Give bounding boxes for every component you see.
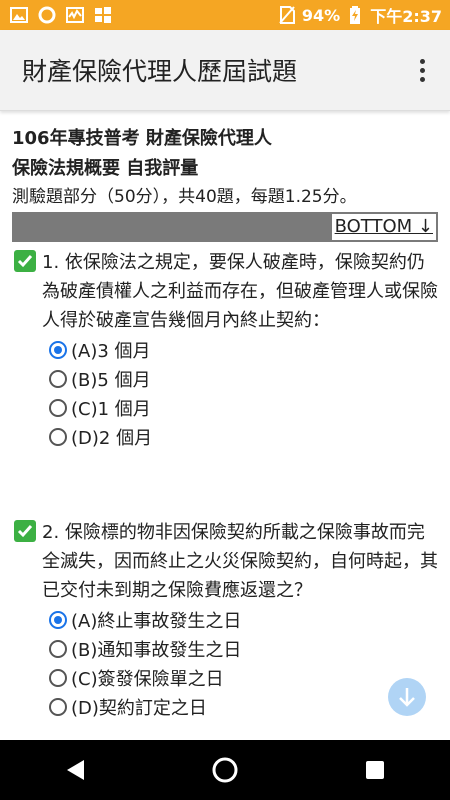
option-d[interactable]: (D)2 個月 (49, 422, 438, 451)
arrow-down-icon (399, 688, 415, 707)
option-c[interactable]: (C)1 個月 (49, 393, 438, 422)
option-label: (D)2 個月 (71, 427, 153, 449)
exam-subject: 保險法規概要 自我評量 (12, 158, 199, 179)
app-bar: 財產保險代理人歷屆試題 (0, 30, 450, 111)
radio[interactable] (49, 398, 67, 417)
radio[interactable] (49, 668, 67, 687)
home-button[interactable] (195, 740, 255, 800)
question-2: 2. 保險標的物非因保險契約所載之保險事故而完全滅失，因而終止之火災保險契約，自… (12, 518, 438, 721)
exam-title: 106年專技普考 財產保險代理人 (12, 128, 272, 149)
scroll-down-button[interactable] (388, 678, 426, 716)
option-label: (C)簽發保險單之日 (71, 668, 224, 690)
option-label: (A)終止事故發生之日 (71, 610, 242, 632)
option-d[interactable]: (D)契約訂定之日 (49, 692, 438, 721)
option-label: (A)3 個月 (71, 340, 151, 362)
navigation-bar (0, 740, 450, 800)
jump-bar: BOTTOM ↓ (12, 212, 438, 242)
image-notification-icon (10, 6, 28, 24)
option-label: (C)1 個月 (71, 398, 151, 420)
radio-selected[interactable] (49, 340, 67, 359)
radio[interactable] (49, 697, 67, 716)
exam-info: 測驗題部分（50分），共40題，每題1.25分。 (12, 187, 357, 207)
windows-notification-icon (94, 6, 112, 24)
recents-square-icon (366, 761, 384, 779)
question-text: 1. 依保險法之規定，要保人破產時，保險契約仍為破產債權人之利益而存在，但破產管… (42, 252, 438, 331)
back-button[interactable] (45, 740, 105, 800)
app-title: 財產保險代理人歷屆試題 (22, 57, 298, 86)
no-sim-icon (278, 6, 296, 24)
option-label: (D)契約訂定之日 (71, 697, 207, 719)
back-triangle-icon (67, 760, 84, 780)
option-a[interactable]: (A)3 個月 (49, 335, 438, 364)
status-bar: 94% 下午2:37 (0, 0, 450, 30)
battery-percent: 94% (301, 5, 341, 25)
clock: 下午2:37 (370, 7, 442, 26)
option-a[interactable]: (A)終止事故發生之日 (49, 605, 438, 634)
option-b[interactable]: (B)5 個月 (49, 364, 438, 393)
home-circle-icon (212, 757, 238, 783)
radio[interactable] (49, 639, 67, 658)
radio[interactable] (49, 369, 67, 388)
option-b[interactable]: (B)通知事故發生之日 (49, 634, 438, 663)
check-icon (14, 520, 36, 542)
quiz-content[interactable]: 106年專技普考 財產保險代理人 保險法規概要 自我評量 測驗題部分（50分），… (0, 112, 450, 740)
battery-charging-icon (346, 6, 364, 24)
option-label: (B)5 個月 (71, 369, 151, 391)
question-1: 1. 依保險法之規定，要保人破產時，保險契約仍為破產債權人之利益而存在，但破產管… (12, 248, 438, 451)
bottom-link[interactable]: BOTTOM ↓ (331, 214, 436, 240)
overflow-menu-icon[interactable] (410, 50, 434, 90)
recents-button[interactable] (345, 740, 405, 800)
option-c[interactable]: (C)簽發保險單之日 (49, 663, 438, 692)
activity-notification-icon (66, 6, 84, 24)
radio-selected[interactable] (49, 610, 67, 629)
circle-notification-icon (38, 6, 56, 24)
radio[interactable] (49, 427, 67, 446)
option-label: (B)通知事故發生之日 (71, 639, 242, 661)
question-text: 2. 保險標的物非因保險契約所載之保險事故而完全滅失，因而終止之火災保險契約，自… (42, 522, 438, 601)
check-icon (14, 250, 36, 272)
